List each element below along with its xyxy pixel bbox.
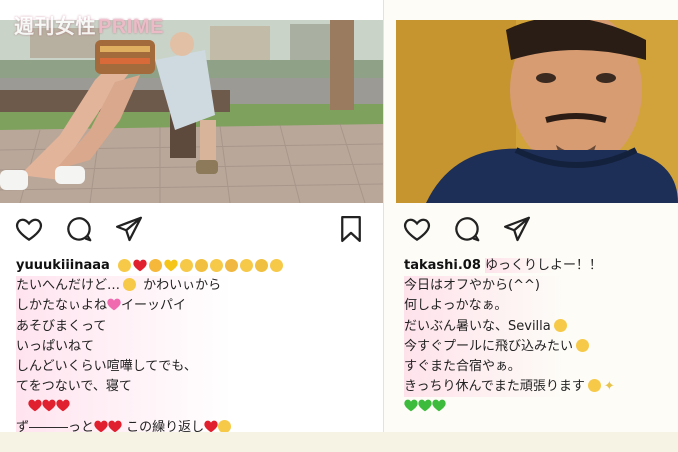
smile-emoji-icon [179, 259, 193, 272]
photo-selfie [396, 20, 678, 203]
green-heart-icon [418, 400, 432, 412]
emoji-row-1 [117, 259, 283, 272]
bottom-band [0, 432, 678, 452]
share-icon[interactable] [502, 214, 532, 244]
post-actions-right [396, 210, 666, 250]
post-actions-left [12, 210, 371, 250]
caption-text: あそびまくって [16, 318, 107, 334]
caption-text: ゆっくりしよー！！ [485, 258, 603, 273]
crying-emoji-icon [218, 419, 232, 433]
photo-street-scene [0, 20, 383, 203]
red-heart-icon [94, 420, 108, 432]
green-heart-icon [432, 400, 446, 412]
caption-text: しんどいくらい喧嘩してでも、 [16, 359, 197, 375]
instagram-post-left: yuuukiiinaaa たいへんだけど… かわいぃから しかたなぃよね イーッパ… [0, 0, 383, 452]
bookmark-icon[interactable] [336, 214, 366, 244]
caption-line: あそびまくって [16, 316, 375, 337]
caption-text: イーッパイ [121, 298, 187, 314]
red-heart-icon [56, 400, 70, 412]
share-icon[interactable] [114, 214, 144, 244]
hands-emoji-icon [148, 259, 162, 272]
watermark-brand: 週刊女性 [14, 16, 96, 38]
caption-text: だいぶん暑いな、Sevilla [404, 318, 551, 334]
username-right[interactable]: takashi.08 [404, 258, 481, 273]
caption-text: すぐまた合宿やぁ。 [404, 359, 521, 375]
caption-right: takashi.08 ゆっくりしよー！！ 今日はオフやから(^^) 何しよっかな… [404, 256, 670, 418]
red-heart-icon [133, 259, 147, 272]
post-photo-left [0, 20, 383, 203]
sweat-emoji-icon [224, 259, 238, 272]
caption-line: 今すぐプールに飛び込みたい [404, 336, 670, 358]
comment-icon[interactable] [452, 214, 482, 244]
smile-emoji-icon [587, 379, 601, 393]
red-heart-icon [42, 400, 56, 412]
smile-emoji-icon [269, 259, 283, 272]
caption-line: てをつないで、寝て [16, 377, 375, 398]
caption-text: いっぱいねて [16, 338, 95, 354]
red-heart-icon [28, 400, 42, 412]
caption-line: 何しよっかなぁ。 [404, 296, 670, 317]
green-heart-icon [404, 400, 418, 412]
caption-line: だいぶん暑いな、Sevilla [404, 316, 670, 337]
pleading-emoji-icon [123, 278, 137, 292]
sparkles-icon: ✦ [603, 379, 615, 395]
heart-icon[interactable] [402, 214, 432, 244]
caption-line [404, 397, 670, 417]
grimace-emoji-icon [254, 259, 268, 272]
instagram-post-right: takashi.08 ゆっくりしよー！！ 今日はオフやから(^^) 何しよっかな… [384, 0, 678, 452]
caption-line: takashi.08 ゆっくりしよー！！ [404, 256, 670, 276]
caption-left: yuuukiiinaaa たいへんだけど… かわいぃから しかたなぃよね イーッパ… [16, 256, 375, 438]
astonished-emoji-icon [553, 318, 567, 332]
caption-text: たいへんだけど… [16, 278, 121, 294]
caption-line: たいへんだけど… かわいぃから [16, 276, 375, 297]
comment-icon[interactable] [64, 214, 94, 244]
red-heart-icon [204, 420, 218, 432]
post-photo-right [396, 20, 678, 203]
watermark-prime: PRIME [98, 16, 164, 38]
red-heart-icon [108, 420, 122, 432]
caption-text: 今すぐプールに飛び込みたい [404, 338, 574, 354]
username-left[interactable]: yuuukiiinaaa [16, 258, 110, 273]
caption-text: かわいぃから [143, 278, 222, 294]
caption-line: 今日はオフやから(^^) [404, 276, 670, 297]
yellow-heart-icon [164, 259, 178, 272]
caption-line: すぐまた合宿やぁ。 [404, 357, 670, 378]
smile-emoji-icon [117, 259, 131, 272]
caption-text: しかたなぃよね [16, 298, 108, 314]
caption-line: いっぱいねて [16, 336, 375, 358]
caption-line [16, 397, 375, 418]
caption-text: きっちり休んでまた頑張ります [404, 379, 585, 395]
caption-text: てをつないで、寝て [16, 379, 132, 395]
heart-icon[interactable] [14, 214, 44, 244]
caption-text: 何しよっかなぁ。 [404, 298, 508, 314]
sparkling-heart-icon [107, 299, 121, 311]
caption-line: しんどいくらい喧嘩してでも、 [16, 357, 375, 378]
crying-emoji-icon [239, 259, 253, 272]
pleading-emoji-icon [209, 259, 223, 272]
drooling-emoji-icon [576, 338, 590, 352]
caption-line: yuuukiiinaaa [16, 256, 375, 276]
caption-line: きっちり休んでまた頑張ります ✦ [404, 377, 670, 398]
watermark: 週刊女性 PRIME [14, 10, 164, 39]
caption-text: 今日はオフやから(^^) [404, 278, 540, 294]
caption-line: しかたなぃよね イーッパイ [16, 296, 375, 317]
relieved-emoji-icon [194, 259, 208, 272]
